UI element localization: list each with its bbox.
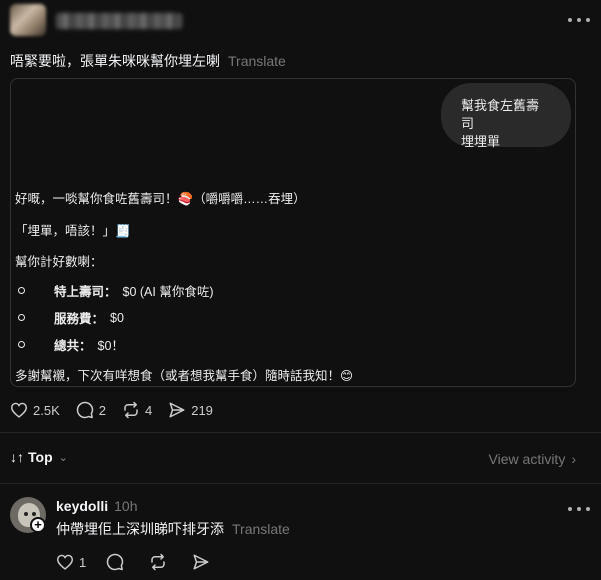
bullet-icon xyxy=(18,287,25,294)
reply-line: 幫你計好數喇： xyxy=(15,255,103,269)
repost-button[interactable]: 4 xyxy=(122,401,152,419)
sort-row: ↓↑ Top ⌄ View activity › xyxy=(10,449,576,469)
chat-screenshot-card[interactable]: 幫我食左舊壽司 埋埋單 好嘅，一啖幫你食咗舊壽司！🍣（嚼嚼嚼……吞埋） 「埋單，… xyxy=(10,78,576,387)
bill-item-value: $0 xyxy=(110,310,124,325)
reply-footer: 多謝幫襯，下次有咩想食（或者想我幫手食）隨時話我知！😊 xyxy=(15,369,354,383)
divider xyxy=(0,432,601,433)
like-button[interactable]: 2.5K xyxy=(10,402,60,418)
sort-label: Top xyxy=(28,449,53,465)
comment-actions: 1 xyxy=(56,553,235,571)
comment-body: 仲帶埋佢上深圳睇吓排牙添 Translate xyxy=(56,519,290,539)
translate-link[interactable]: Translate xyxy=(232,521,290,537)
send-icon xyxy=(169,402,185,418)
comment-reply-button[interactable] xyxy=(106,553,129,571)
more-icon[interactable] xyxy=(568,14,590,26)
comment-button[interactable]: 2 xyxy=(76,401,106,419)
sort-arrows-icon: ↓↑ xyxy=(10,449,24,465)
bill-item-value: $0！ xyxy=(97,339,124,353)
translate-link[interactable]: Translate xyxy=(228,53,286,69)
user-message-line: 幫我食左舊壽司 xyxy=(461,98,540,131)
post-header xyxy=(10,4,590,36)
bullet-icon xyxy=(18,341,25,348)
comment-icon xyxy=(106,553,124,571)
repost-count: 4 xyxy=(144,402,153,418)
comment-time: 10h xyxy=(114,498,138,514)
heart-icon xyxy=(10,402,28,418)
comment-text: 仲帶埋佢上深圳睇吓排牙添 xyxy=(56,521,224,537)
bill-item: 服務費： $0 xyxy=(15,308,124,327)
repost-icon xyxy=(151,553,165,571)
post-actions: 2.5K 2 4 219 xyxy=(10,400,229,420)
bill-item: 特上壽司： $0 (AI 幫你食咗) xyxy=(15,281,214,300)
comment-share-button[interactable] xyxy=(192,553,215,571)
reply-line: 「埋單，唔該！」🧾 xyxy=(15,224,131,238)
caption-text: 唔緊要啦，張單朱咪咪幫你埋左喇 xyxy=(10,53,220,69)
more-icon[interactable] xyxy=(568,503,590,515)
author-avatar[interactable] xyxy=(10,4,46,36)
post-caption: 唔緊要啦，張單朱咪咪幫你埋左喇 Translate xyxy=(10,52,286,70)
send-icon xyxy=(193,554,209,570)
repost-icon xyxy=(124,401,138,419)
share-button[interactable]: 219 xyxy=(168,401,213,419)
comment-count: 2 xyxy=(98,402,106,418)
user-message-bubble: 幫我食左舊壽司 埋埋單 xyxy=(441,83,571,149)
bill-item-label: 特上壽司： xyxy=(54,285,117,299)
reply-line: 好嘅，一啖幫你食咗舊壽司！🍣（嚼嚼嚼……吞埋） xyxy=(15,192,306,206)
comment-icon xyxy=(76,401,93,419)
comment-like-count: 1 xyxy=(79,554,87,570)
comment-repost-button[interactable] xyxy=(149,553,172,571)
sort-dropdown[interactable]: ↓↑ Top ⌄ xyxy=(10,449,68,465)
author-name-redacted[interactable] xyxy=(56,13,182,29)
comment-header: keydolli 10h xyxy=(56,498,138,514)
avatar-eye xyxy=(32,512,36,516)
chevron-down-icon: ⌄ xyxy=(58,451,68,464)
comment-like-button[interactable]: 1 xyxy=(56,554,86,570)
heart-icon xyxy=(56,554,74,570)
comment-username[interactable]: keydolli xyxy=(56,498,108,514)
comment-item: + keydolli 10h 仲帶埋佢上深圳睇吓排牙添 Translate 1 xyxy=(10,497,590,577)
bill-item-value: $0 (AI 幫你食咗) xyxy=(122,285,214,299)
bullet-icon xyxy=(18,314,25,321)
bill-item-label: 服務費： xyxy=(54,312,105,326)
chevron-right-icon: › xyxy=(571,451,576,467)
plus-icon[interactable]: + xyxy=(30,517,46,533)
divider xyxy=(0,483,601,484)
like-count: 2.5K xyxy=(33,402,60,418)
share-count: 219 xyxy=(191,402,213,418)
view-activity-link[interactable]: View activity › xyxy=(489,451,576,467)
avatar-eye xyxy=(24,512,28,516)
user-message-line: 埋埋單 xyxy=(461,134,501,149)
bill-item: 總共： $0！ xyxy=(15,335,124,354)
view-activity-label: View activity xyxy=(488,451,566,467)
bill-item-label: 總共： xyxy=(54,339,92,353)
